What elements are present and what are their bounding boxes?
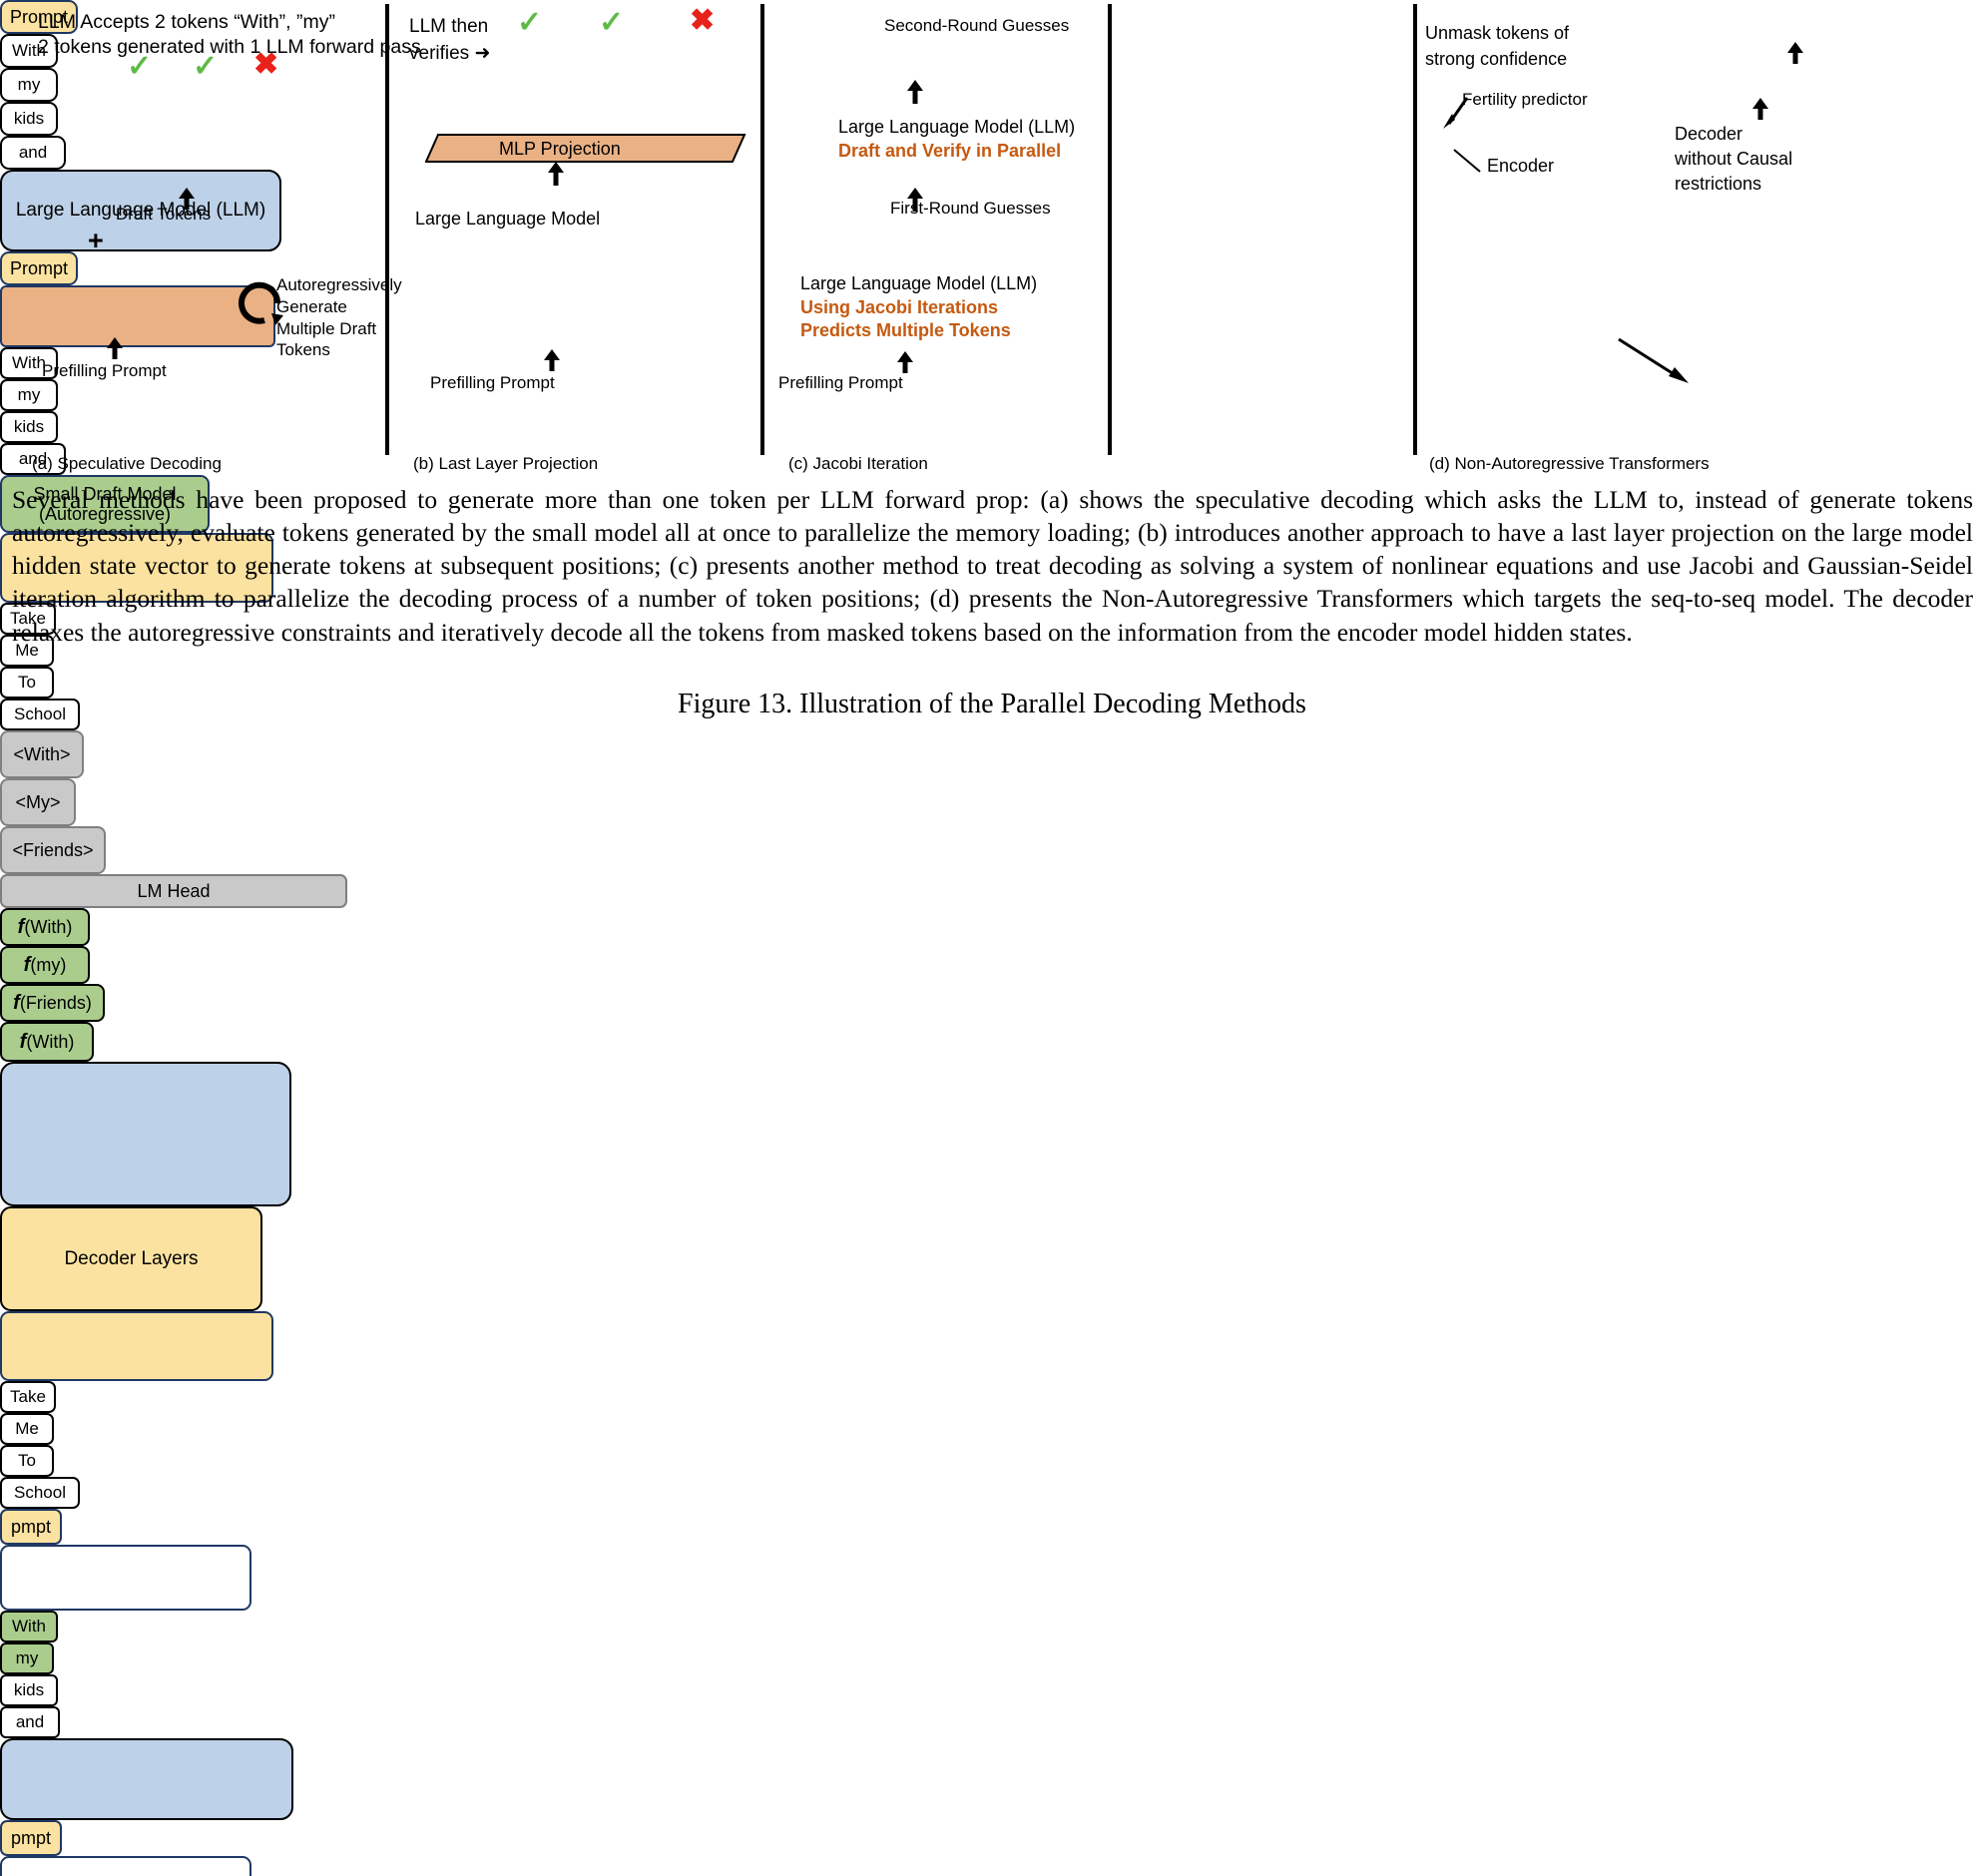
panel-b-verified-token-0: <With> [0,730,84,778]
panel-divider-3 [1108,4,1112,455]
panel-c-pmpt-top: pmpt [0,1509,62,1545]
panel-d-unmask-note: Unmask tokens of strong confidence [1425,23,1570,70]
panel-d-caption: (d) Non-Autoregressive Transformers [1429,454,1710,473]
panel-b-prefill-token-2: To [0,1445,54,1477]
panel-b-f-token-0: With [30,916,67,937]
panel-a-draft-tokens-title: Draft Tokens [116,205,212,224]
panel-b-verify-label: LLM then verifies ➜ [409,16,491,64]
panel-c-first-round-container [0,1856,251,1876]
panel-c-prefilling-prompt-title: Prefilling Prompt [778,373,903,392]
cross-icon: ✖ [690,4,716,37]
panel-d-arrow-mid-to-top [1786,42,1804,64]
panel-b-decoder-layers: Decoder Layers [0,1206,262,1311]
check-icon: ✓ [599,6,625,39]
panel-d-arrow-decoder-to-mid [1751,98,1769,120]
check-icon: ✓ [517,6,543,39]
panel-d-encoder-title: Encoder [1487,156,1555,176]
panel-b-f-single: f(With) [0,1022,94,1062]
panel-b-verified-token-1: <My> [0,778,76,826]
panel-c-arrow-llm-to-second-round [906,80,924,104]
panel-b-prefilling-prompt-container [0,1311,273,1381]
panel-a-draft-token-1: my [0,379,58,411]
panel-a-accepted-token-2: kids [0,102,58,136]
hidden-states-connector [1453,149,1481,173]
panel-c-llm-upper [0,1738,293,1820]
panel-a-plus-sign: + [88,226,104,255]
figure-body-paragraph: Several methods have been proposed to ge… [12,485,1973,647]
panel-b-llm-label: Large Language Model [415,209,601,229]
panel-a-headline: LLM Accepts 2 tokens “With”, ”my” 2 toke… [38,11,421,58]
panel-c-llm-lower-line3: Predicts Multiple Tokens [800,320,1011,340]
panel-b-f-box-1: f(my) [0,946,90,984]
panel-c-llm-upper-line2: Draft and Verify in Parallel [838,141,1062,161]
panel-d-fertility-predictor-label: Fertility predictor [1462,90,1588,109]
f-symbol: f [13,991,20,1014]
panel-c-second-round-title: Second-Round Guesses [884,16,1070,35]
f-symbol: f [23,953,31,976]
panel-b-f-token-2: Friends [25,992,86,1013]
panel-b-prefilling-prompt-title: Prefilling Prompt [430,373,555,392]
panel-c-pmpt-bottom: pmpt [0,1820,62,1856]
panel-a-loop-note: Autoregressively Generate Multiple Draft… [276,275,402,360]
panel-b-f-box-0: f(With) [0,908,90,946]
panel-b-lm-head: LM Head [0,874,347,908]
panel-c-llm-lower-line2: Using Jacobi Iterations [800,297,999,317]
figure-title: Figure 13. Illustration of the Parallel … [678,689,1306,719]
panel-a-draft-token-2: kids [0,411,58,443]
panel-a-accepted-token-3: and [0,136,66,170]
panel-c-second-round-token-0: With [0,1611,58,1642]
panel-c-second-round-token-3: and [0,1706,60,1738]
panel-a-arrow-prefill-to-draft [106,337,124,359]
f-symbol: f [17,915,25,938]
panel-divider-4 [1413,4,1417,455]
panel-c-llm-upper-line1: Large Language Model (LLM) [838,117,1076,137]
panel-a-caption: (a) Speculative Decoding [32,454,222,473]
panel-c-llm-lower-line1: Large Language Model (LLM) [800,273,1038,293]
panel-divider-2 [760,4,764,455]
panel-b-verified-token-2: <Friends> [0,826,106,874]
panel-c-second-round-token-2: kids [0,1674,58,1706]
panel-b-arrow-f-to-mlp [547,162,565,186]
panel-divider-1 [385,4,389,455]
panel-b-f-token-1: my [36,954,61,975]
panel-b-mlp-projection-label: MLP Projection [499,139,621,159]
panel-b-f-single-token: With [32,1031,69,1052]
panel-b-caption: (b) Last Layer Projection [413,454,599,473]
panel-d-encoder-to-mask-arrow [1618,337,1689,383]
panel-b-prefill-token-0: Take [0,1381,56,1413]
panel-a-prefilling-prompt-title: Prefilling Prompt [42,361,167,380]
panel-a-accepted-token-1: my [0,68,58,102]
f-symbol: f [19,1030,27,1053]
panel-b-f-box-2: f(Friends) [0,984,105,1022]
fertility-pointer-arrow-icon [1443,97,1469,129]
panel-a-prompt-mid: Prompt [0,251,78,285]
panel-c-first-round-title: First-Round Guesses [890,199,1051,218]
panel-b-arrow-prefill-to-llm [543,349,561,371]
check-icon: ✓ [127,50,153,83]
panel-c-caption: (c) Jacobi Iteration [788,454,928,473]
panel-b-prefill-token-3: School [0,1477,80,1509]
panel-c-second-round-container [0,1545,251,1611]
cross-icon: ✖ [253,48,279,81]
panel-b-llm-box [0,1062,291,1206]
check-icon: ✓ [193,50,219,83]
panel-c-second-round-token-1: my [0,1642,54,1674]
panel-b-prefill-token-1: Me [0,1413,54,1445]
figure-root: LLM Accepts 2 tokens “With”, ”my” 2 toke… [0,0,1984,1876]
panel-d-decoder-title: Decoder without Causal restrictions [1675,124,1793,195]
panel-c-arrow-prefill-to-llm [896,351,914,373]
